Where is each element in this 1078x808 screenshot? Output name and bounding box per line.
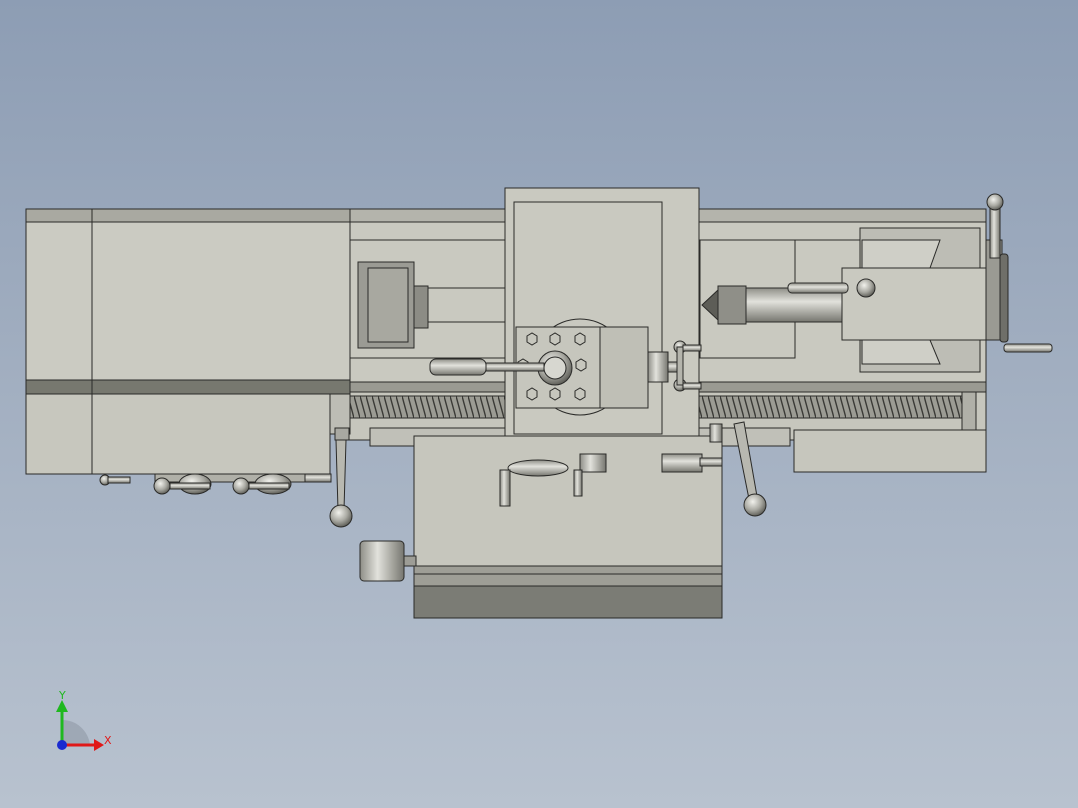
y-axis-label: Y: [58, 689, 66, 702]
x-axis-label: X: [104, 734, 112, 747]
carriage: [504, 187, 700, 455]
z-axis-dot: [57, 740, 67, 750]
coordinate-triad: Y X: [56, 689, 112, 751]
apron-handwheel[interactable]: [359, 540, 417, 582]
tailstock-handwheel[interactable]: [985, 193, 1053, 353]
lathe-model-view[interactable]: Y X: [0, 0, 1078, 808]
headstock: [25, 208, 351, 475]
gearbox-knobs[interactable]: [99, 473, 332, 495]
feed-lever-left[interactable]: [329, 427, 353, 528]
cad-viewport[interactable]: Y X: [0, 0, 1078, 808]
